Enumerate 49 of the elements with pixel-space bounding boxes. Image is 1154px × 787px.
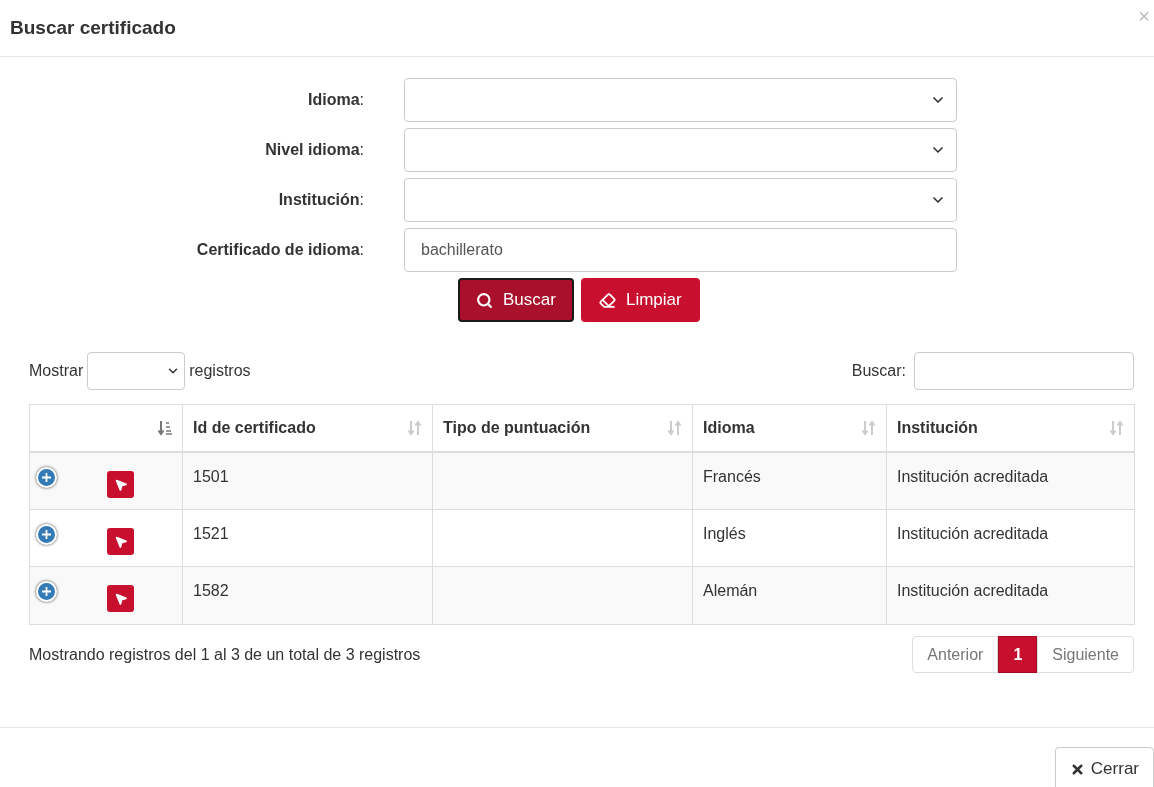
field-label: Idioma: — [307, 90, 365, 110]
eraser-icon — [598, 291, 616, 309]
table-cell: 1582 — [193, 582, 229, 599]
table-cell: Francés — [703, 468, 761, 485]
text-field[interactable]: bachillerato — [404, 228, 957, 272]
sort-icon — [408, 420, 422, 436]
sort-icon — [1110, 420, 1124, 436]
table-cell: Institución acreditada — [897, 468, 1049, 485]
show-suffix: registros — [189, 361, 251, 381]
table-cell: Institución acreditada — [897, 582, 1049, 599]
column-header[interactable]: Id de certificado — [193, 416, 316, 440]
table-cell: 1521 — [193, 525, 229, 542]
field-label: Institución: — [277, 190, 365, 210]
select-field[interactable] — [404, 128, 957, 172]
show-label: Mostrar — [29, 361, 84, 381]
column-header[interactable]: Institución — [897, 416, 978, 440]
expand-icon[interactable] — [36, 467, 57, 488]
page-button[interactable]: 1 — [998, 636, 1038, 673]
select-field[interactable] — [404, 78, 957, 122]
table-search-field[interactable] — [914, 352, 1134, 390]
table-cell: Institución acreditada — [897, 525, 1049, 542]
expand-icon[interactable] — [36, 524, 57, 545]
expand-icon[interactable] — [36, 581, 57, 602]
field-label: Certificado de idioma: — [195, 240, 365, 260]
select-row-button[interactable] — [107, 585, 134, 612]
field-label: Nivel idioma: — [264, 140, 365, 160]
select-row-button[interactable] — [107, 528, 134, 555]
cursor-icon — [113, 591, 128, 606]
cursor-icon — [113, 534, 128, 549]
select-row-button[interactable] — [107, 471, 134, 498]
page-button[interactable]: Siguiente — [1037, 636, 1134, 673]
close-footer-button[interactable]: Cerrar — [1054, 747, 1154, 787]
page-button[interactable]: Anterior — [912, 636, 999, 673]
search-label: Buscar: — [851, 361, 906, 381]
table-cell: Inglés — [703, 525, 746, 542]
sort-icon — [158, 420, 172, 436]
column-header[interactable]: Tipo de puntuación — [443, 416, 591, 440]
table-info: Mostrando registros del 1 al 3 de un total de 3 registros — [29, 644, 421, 665]
clear-button[interactable]: Limpiar — [580, 278, 700, 322]
table-cell: Alemán — [703, 582, 758, 599]
sort-icon — [862, 420, 876, 436]
column-header[interactable]: Idioma — [703, 416, 755, 440]
modal-title: Buscar certificado — [10, 15, 176, 40]
sort-icon — [668, 420, 682, 436]
table-cell: 1501 — [193, 468, 229, 485]
select-field[interactable] — [404, 178, 957, 222]
search-button[interactable]: Buscar — [458, 278, 574, 322]
cursor-icon — [113, 477, 128, 492]
search-icon — [476, 291, 493, 309]
